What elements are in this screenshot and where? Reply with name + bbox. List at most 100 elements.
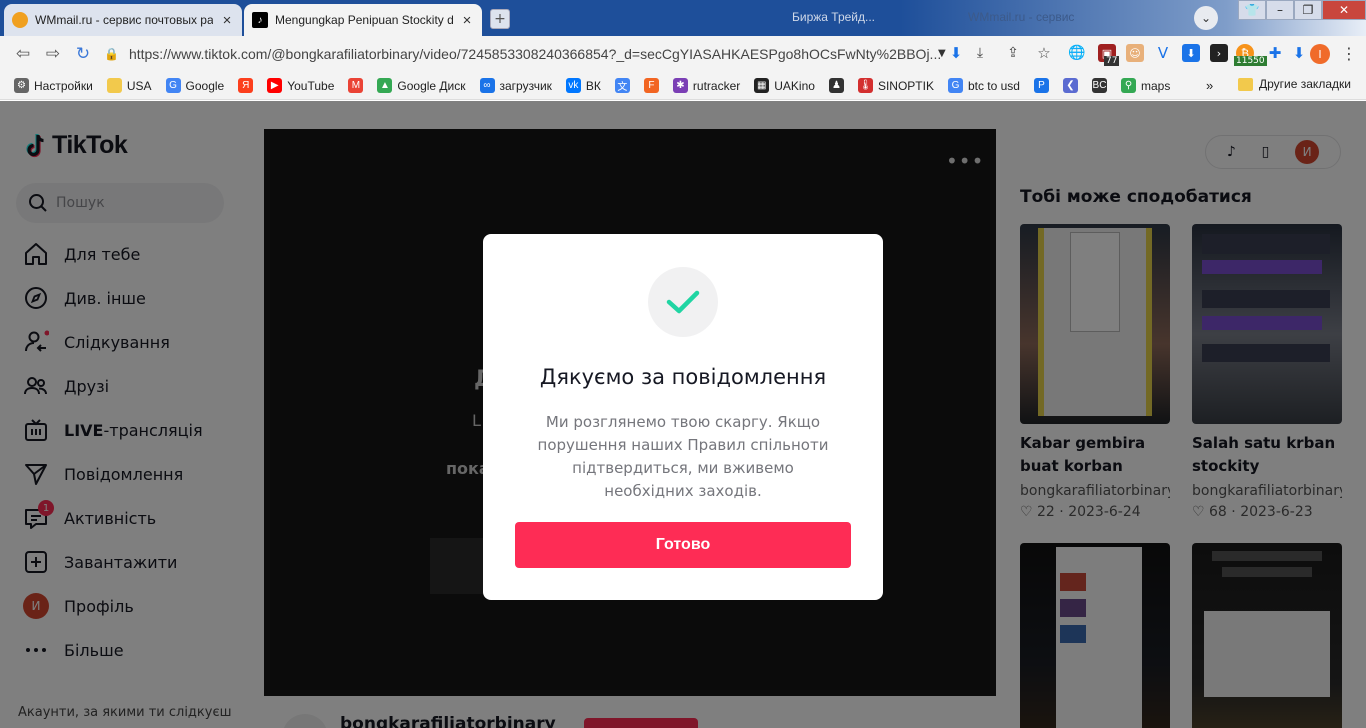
background-tab-title[interactable]: WMmail.ru - сервис <box>968 10 1074 24</box>
success-check-icon <box>648 267 718 337</box>
bookmark-вк[interactable]: vk ВК <box>565 78 601 93</box>
gear-icon: ⚙ <box>14 78 29 93</box>
bookmark-label: ВК <box>585 78 601 93</box>
bookmark-uakino[interactable]: ▦ UAKino <box>754 78 815 93</box>
extension-face-icon[interactable]: ☺ <box>1126 44 1144 62</box>
bookmark-translate[interactable]: 文 <box>614 78 630 93</box>
maximize-button[interactable]: ❐ <box>1294 0 1322 20</box>
browser-tab-tiktok[interactable]: ♪ Mengungkap Penipuan Stockity da × <box>244 4 482 36</box>
forward-arrow-icon[interactable]: ⇨ <box>42 44 64 64</box>
url-text: https://www.tiktok.com/@bongkarafiliator… <box>128 46 942 62</box>
bookmark-rutracker[interactable]: ✱ rutracker <box>672 78 740 93</box>
bookmark-figure[interactable]: ♟ <box>828 78 844 93</box>
lock-icon: 🔒 <box>104 47 119 61</box>
save-page-icon[interactable]: ⤓ <box>971 44 989 62</box>
window-controls: 👕 – ❐ ✕ <box>1238 0 1366 22</box>
bookmark-label: maps <box>1140 78 1171 93</box>
arrow-left-icon: ❮ <box>1062 78 1078 93</box>
extension-terminal-icon[interactable]: › <box>1210 44 1228 62</box>
bookmark-label: Настройки <box>34 78 93 93</box>
bookmark-bc[interactable]: BC <box>1091 78 1107 93</box>
p-icon: P <box>1033 78 1049 93</box>
bookmark-usa[interactable]: USA <box>106 78 152 93</box>
bookmark-google-диск[interactable]: ▲ Google Диск <box>377 78 466 93</box>
extension-v-icon[interactable]: V <box>1154 44 1172 62</box>
new-tab-button[interactable]: + <box>490 9 510 29</box>
browser-tab-wmmail[interactable]: WMmail.ru - сервис почтовых рас × <box>4 4 242 36</box>
drive-icon: ▲ <box>377 78 393 93</box>
bookmark-f[interactable]: F <box>643 78 659 93</box>
bookmark-загрузчик[interactable]: ∞ загрузчик <box>479 78 552 93</box>
dialog-title: Дякуємо за повідомлення <box>539 365 827 389</box>
bookmark-label: btc to usd <box>967 78 1020 93</box>
globe-icon[interactable]: 🌐 <box>1068 44 1086 62</box>
google-icon: G <box>165 78 181 93</box>
film-icon: ▦ <box>754 78 770 93</box>
share-icon[interactable]: ⇪ <box>1004 44 1022 62</box>
other-bookmarks-label: Другие закладки <box>1259 77 1351 91</box>
extension-badge: 77 <box>1104 56 1120 66</box>
bc-icon: BC <box>1091 78 1107 93</box>
other-bookmarks[interactable]: Другие закладки <box>1238 77 1351 91</box>
bookmarks-bar: ⚙ Настройки USA G Google Я ▶ YouTube M ▲ Google Ди… <box>0 72 1366 100</box>
window-close-button[interactable]: ✕ <box>1322 0 1366 20</box>
rutracker-icon: ✱ <box>672 78 688 93</box>
bookmark-google[interactable]: G Google <box>165 78 225 93</box>
bookmarks-list: ⚙ Настройки USA G Google Я ▶ YouTube M ▲ Google Ди… <box>0 78 1184 93</box>
bookmark-yandex[interactable]: Я <box>238 78 254 93</box>
extensions-puzzle-icon[interactable]: ✚ <box>1266 44 1284 62</box>
bookmark-gmail[interactable]: M <box>348 78 364 93</box>
maps-pin-icon: ⚲ <box>1120 78 1136 93</box>
extension-download-icon[interactable]: ⬇ <box>1182 44 1200 62</box>
report-confirmation-dialog: Дякуємо за повідомлення Ми розглянемо тв… <box>483 234 883 600</box>
f-icon: F <box>643 78 659 93</box>
close-tab-icon[interactable]: × <box>220 12 234 29</box>
close-tab-icon[interactable]: × <box>460 12 474 29</box>
back-arrow-icon[interactable]: ⇦ <box>12 44 34 64</box>
yandex-icon: Я <box>238 78 254 93</box>
translate-icon: 文 <box>614 78 630 93</box>
download-icon[interactable]: ⬇ <box>947 44 965 62</box>
minimize-button[interactable]: – <box>1266 0 1294 20</box>
wmmail-favicon-icon <box>12 12 28 28</box>
bookmark-label: Google <box>185 78 225 93</box>
bookmark-sinoptik[interactable]: 🌡 SINOPTIK <box>857 78 934 93</box>
background-tab-title[interactable]: Биржа Трейд... <box>792 10 875 24</box>
bookmark-maps[interactable]: ⚲ maps <box>1120 78 1171 93</box>
bookmark-youtube[interactable]: ▶ YouTube <box>267 78 334 93</box>
bookmark-label: загрузчик <box>499 78 552 93</box>
reload-icon[interactable]: ↻ <box>72 44 94 64</box>
bookmark-arrow-left[interactable]: ❮ <box>1062 78 1078 93</box>
bookmark-star-icon[interactable]: ☆ <box>1035 44 1053 62</box>
profile-avatar[interactable]: I <box>1310 44 1330 64</box>
done-button[interactable]: Готово <box>515 522 851 568</box>
bookmark-p[interactable]: P <box>1033 78 1049 93</box>
browser-tab-bar: WMmail.ru - сервис почтовых рас × ♪ Meng… <box>0 0 1366 36</box>
bookmark-btc-to-usd[interactable]: Gbtc to usd <box>947 78 1020 93</box>
extension-badge: 11550 <box>1234 56 1267 66</box>
tab-title: WMmail.ru - сервис почтовых рас <box>35 13 213 27</box>
bookmark-label: Google Диск <box>397 78 466 93</box>
menu-kebab-icon[interactable]: ⋮ <box>1340 44 1358 63</box>
bookmark-label: USA <box>126 78 152 93</box>
figure-icon: ♟ <box>828 78 844 93</box>
gmail-icon: M <box>348 78 364 93</box>
downloads-icon[interactable]: ⬇ <box>1290 44 1308 62</box>
vk-icon: vk <box>565 78 581 93</box>
tshirt-icon[interactable]: 👕 <box>1238 0 1266 20</box>
folder-icon <box>106 78 122 93</box>
infinity-icon: ∞ <box>479 78 495 93</box>
bookmark-label: SINOPTIK <box>877 78 934 93</box>
google-icon: G <box>947 78 963 93</box>
tab-search-dropdown-icon[interactable]: ⌄ <box>1194 6 1218 30</box>
bookmark-label: UAKino <box>774 78 815 93</box>
bookmarks-overflow-chevron[interactable]: » <box>1206 78 1213 93</box>
dialog-message: Ми розглянемо твою скаргу. Якщо порушенн… <box>537 413 829 500</box>
bookmark-label: YouTube <box>287 78 335 93</box>
folder-icon <box>1238 77 1253 91</box>
address-bar[interactable]: 🔒 https://www.tiktok.com/@bongkarafiliat… <box>104 40 948 68</box>
youtube-icon: ▶ <box>267 78 283 93</box>
url-dropdown-icon[interactable]: ▼ <box>938 48 946 59</box>
bookmark-настройки[interactable]: ⚙ Настройки <box>14 78 93 93</box>
thermometer-icon: 🌡 <box>857 78 873 93</box>
